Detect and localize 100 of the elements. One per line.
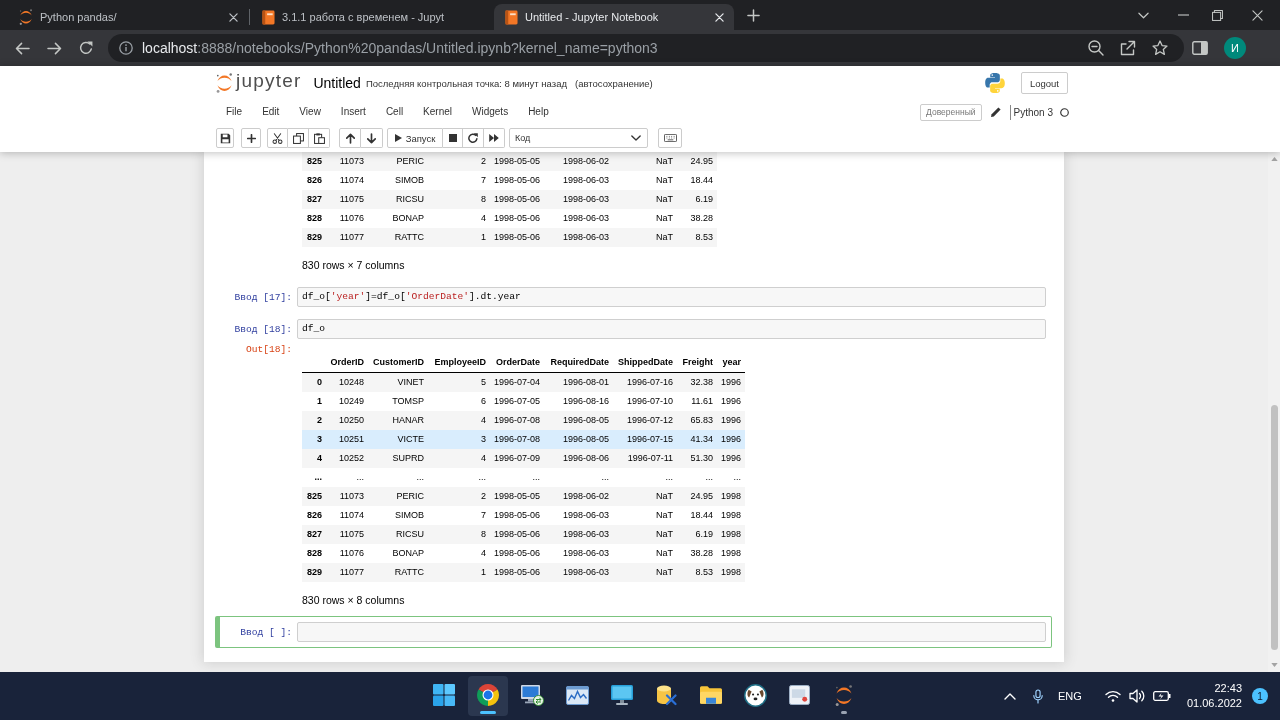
table-cell: SIMOB [368, 171, 428, 190]
arrow-down-icon [367, 132, 376, 144]
table-cell: 1996 [717, 430, 746, 449]
pencil-icon[interactable] [990, 107, 1001, 117]
language-indicator[interactable]: ENG [1051, 690, 1088, 702]
run-button[interactable]: Запуск [387, 128, 443, 148]
table-cell: NaT [613, 209, 678, 228]
insert-cell-button[interactable] [241, 128, 261, 148]
browser-tab[interactable]: 3.1.1 работа с временем - Jupyt [251, 4, 491, 30]
table-cell: 10252 [326, 449, 368, 468]
cell-type-select[interactable]: Код [509, 128, 648, 148]
chevron-down-icon[interactable] [1137, 11, 1149, 19]
minimize-icon[interactable] [1177, 14, 1189, 16]
column-header: ShippedDate [613, 353, 678, 373]
speaker-icon[interactable] [1128, 689, 1145, 703]
table-cell: RICSU [368, 525, 428, 544]
menu-item[interactable]: File [216, 102, 253, 122]
restore-icon[interactable] [1211, 9, 1223, 21]
menu-item[interactable]: Widgets [462, 102, 519, 122]
table-cell: 1996-07-11 [613, 449, 678, 468]
wifi-icon[interactable] [1104, 690, 1121, 702]
microphone-icon[interactable] [1032, 688, 1043, 704]
clock-date[interactable]: 01.06.2022 [1186, 696, 1242, 711]
row-index: 825 [302, 487, 326, 506]
row-index: 827 [302, 190, 326, 209]
run-all-button[interactable] [484, 128, 505, 148]
info-icon[interactable] [119, 41, 133, 55]
computer-icon [521, 684, 545, 706]
keyboard-icon [663, 134, 677, 142]
table-cell: 24.95 [677, 152, 718, 171]
table-cell: 8 [428, 525, 490, 544]
share-icon[interactable] [1120, 40, 1136, 56]
browser-tab[interactable]: Python pandas/ [8, 4, 248, 30]
table-cell: 1996-07-10 [613, 392, 678, 411]
table-cell: 1996-07-15 [613, 430, 678, 449]
zoom-out-icon[interactable] [1088, 40, 1104, 56]
star-icon[interactable] [1152, 40, 1168, 56]
table-cell: 6 [428, 392, 490, 411]
move-down-button[interactable] [361, 128, 383, 148]
table-cell: ... [326, 468, 368, 487]
save-button[interactable] [216, 128, 234, 148]
table-cell: 6.19 [677, 525, 718, 544]
taskbar-button[interactable] [468, 676, 509, 716]
command-palette-button[interactable] [658, 128, 682, 148]
forward-icon[interactable] [46, 41, 62, 55]
browser-tab[interactable]: Untitled - Jupyter Notebook [494, 4, 734, 30]
battery-icon[interactable] [1152, 690, 1171, 702]
menu-item[interactable]: View [289, 102, 331, 122]
row-index: 827 [302, 525, 326, 544]
menu-item[interactable]: Help [518, 102, 559, 122]
table-cell: NaT [613, 171, 678, 190]
move-up-button[interactable] [339, 128, 361, 148]
paste-button[interactable] [309, 128, 330, 148]
table-cell: 1998-06-03 [544, 544, 614, 563]
code-input[interactable]: df_o['year']=df_o['OrderDate'].dt.year [297, 287, 1046, 307]
notification-badge[interactable]: 1 [1252, 688, 1268, 704]
restart-button[interactable] [463, 128, 484, 148]
table-cell: VICTE [368, 430, 428, 449]
notebook-cell[interactable]: Ввод [ ]: [215, 616, 1052, 648]
table-cell: NaT [613, 152, 678, 171]
menu-item[interactable]: Edit [252, 102, 290, 122]
table-cell: 2 [428, 487, 490, 506]
notebook-cell[interactable]: Ввод [17]: df_o['year']=df_o['OrderDate'].dt.year [215, 281, 1052, 313]
stop-button[interactable] [443, 128, 463, 148]
table-cell: 1996-08-06 [544, 449, 614, 468]
close-icon[interactable] [1251, 9, 1263, 21]
output-prompt: Out[18]: [245, 344, 292, 355]
table-cell: 8.53 [677, 563, 718, 582]
notebook-title[interactable]: Untitled [313, 75, 361, 91]
kernel-name[interactable]: Python 3 [1013, 106, 1053, 118]
code-input[interactable] [297, 622, 1046, 642]
stop-icon [448, 134, 457, 142]
chevron-up-icon[interactable] [1003, 692, 1016, 700]
row-index: 826 [302, 171, 326, 190]
input-prompt: Ввод [17]: [234, 292, 292, 303]
row-index: 4 [302, 449, 326, 468]
menu-item[interactable]: Cell [375, 102, 414, 122]
address-field[interactable]: localhost:8888/notebooks/Python%20pandas/Untitled.ipynb?kernel_name=python3 [108, 34, 1184, 62]
table-cell: 1998 [717, 563, 746, 582]
table-cell: RICSU [368, 190, 428, 209]
trusted-indicator[interactable]: Доверенный [920, 103, 982, 121]
menu-item[interactable]: Insert [330, 102, 376, 122]
sidebar-icon[interactable] [1192, 41, 1208, 55]
column-header: OrderID [326, 353, 368, 373]
logout-button[interactable]: Logout [1020, 72, 1068, 94]
code-input[interactable]: df_o [297, 319, 1046, 339]
plus-icon [746, 8, 760, 22]
scrollbar-thumb[interactable] [1270, 405, 1278, 650]
table-cell: 1996-07-04 [490, 372, 545, 392]
table-cell: 1998 [717, 487, 746, 506]
table-cell: 11077 [326, 228, 368, 247]
back-icon[interactable] [14, 41, 30, 55]
profile-avatar[interactable]: И [1224, 37, 1246, 59]
cut-button[interactable] [267, 128, 288, 148]
reload-icon[interactable] [79, 41, 93, 55]
close-icon[interactable] [229, 12, 238, 22]
clock-time[interactable]: 22:43 [1214, 681, 1242, 696]
menu-item[interactable]: Kernel [413, 102, 462, 122]
table-cell: 24.95 [677, 487, 718, 506]
copy-button[interactable] [288, 128, 309, 148]
